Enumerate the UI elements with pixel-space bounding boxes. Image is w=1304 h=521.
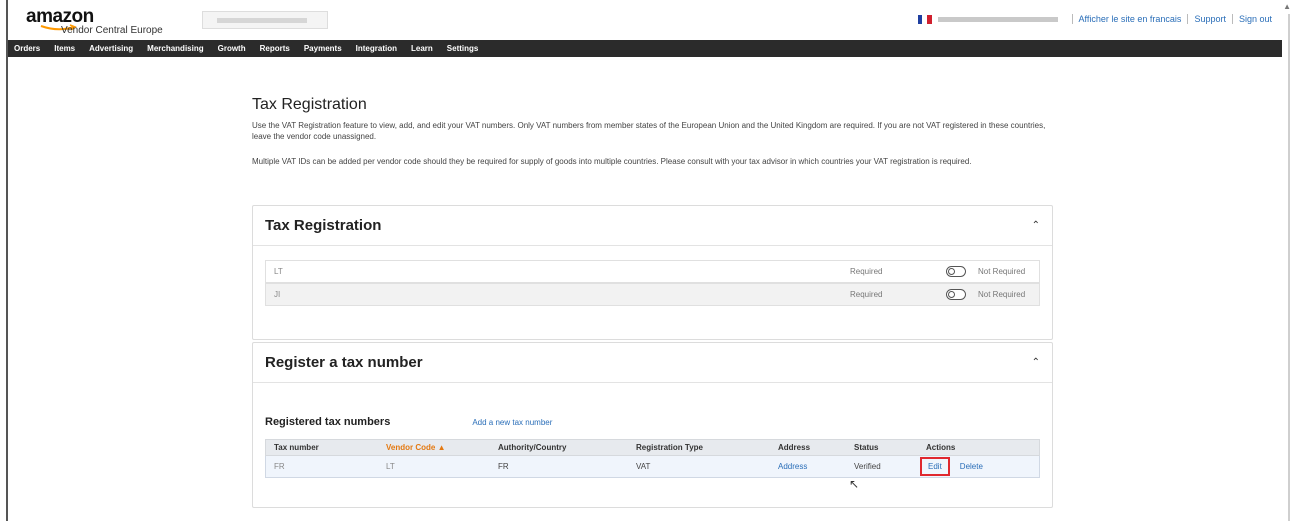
registered-tax-numbers-header: Registered tax numbers Add a new tax num… <box>265 416 552 428</box>
vendor-code-cell: LT <box>386 462 395 471</box>
col-address[interactable]: Address <box>778 443 854 452</box>
edit-button[interactable]: Edit <box>920 457 950 476</box>
col-registration-type[interactable]: Registration Type <box>636 443 778 452</box>
user-name-redacted[interactable] <box>937 16 1058 22</box>
address-link[interactable]: Address <box>778 462 854 471</box>
vendor-code: LT <box>274 267 283 276</box>
page-intro: Tax Registration Use the VAT Registratio… <box>252 96 1052 167</box>
table-row: FR LT FR VAT Address Verified Edit Delet… <box>265 456 1040 478</box>
register-tax-number-card: Register a tax number ⌃ Registered tax n… <box>252 342 1053 508</box>
sign-out-link[interactable]: Sign out <box>1239 14 1272 24</box>
actions-cell: Edit Delete <box>920 457 1039 476</box>
intro-paragraph-2: Multiple VAT IDs can be added per vendor… <box>252 157 972 166</box>
scroll-up-icon[interactable]: ▲ <box>1283 2 1291 11</box>
nav-integration[interactable]: Integration <box>356 44 397 53</box>
section-title: Registered tax numbers <box>265 416 391 428</box>
add-tax-number-link[interactable]: Add a new tax number <box>472 418 552 427</box>
col-status[interactable]: Status <box>854 443 926 452</box>
table-header: Tax number Vendor Code ▲ Authority/Count… <box>265 439 1040 456</box>
nav-orders[interactable]: Orders <box>14 44 40 53</box>
not-required-label: Not Required <box>978 290 1026 299</box>
tax-number-cell: FR <box>274 462 285 471</box>
required-label: Required <box>850 290 883 299</box>
nav-settings[interactable]: Settings <box>447 44 479 53</box>
account-name-redacted <box>217 18 307 23</box>
tax-registration-card: Tax Registration ⌃ LT Required Not Requi… <box>252 205 1053 340</box>
logo-subtitle: Vendor Central Europe <box>61 25 163 36</box>
nav-payments[interactable]: Payments <box>304 44 342 53</box>
nav-merchandising[interactable]: Merchandising <box>147 44 203 53</box>
not-required-label: Not Required <box>978 267 1026 276</box>
scrollbar-track[interactable] <box>1288 14 1290 521</box>
support-link[interactable]: Support <box>1194 14 1226 24</box>
col-authority-country[interactable]: Authority/Country <box>498 443 636 452</box>
card-header[interactable]: Tax Registration ⌃ <box>253 206 1052 246</box>
nav-growth[interactable]: Growth <box>218 44 246 53</box>
nav-learn[interactable]: Learn <box>411 44 433 53</box>
nav-items[interactable]: Items <box>54 44 75 53</box>
toggle-knob <box>948 268 955 275</box>
status-cell: Verified <box>854 462 881 471</box>
col-actions: Actions <box>926 443 956 452</box>
chevron-up-icon[interactable]: ⌃ <box>1032 357 1040 368</box>
chevron-up-icon[interactable]: ⌃ <box>1032 220 1040 231</box>
card-header[interactable]: Register a tax number ⌃ <box>253 343 1052 383</box>
card-title: Register a tax number <box>265 354 423 371</box>
divider <box>1187 14 1189 24</box>
divider <box>1231 14 1233 24</box>
page-title: Tax Registration <box>252 96 367 113</box>
required-toggle[interactable] <box>946 266 966 277</box>
nav-reports[interactable]: Reports <box>260 44 290 53</box>
window-left-edge <box>6 0 8 521</box>
vendor-code: JI <box>274 290 281 299</box>
authority-cell: FR <box>498 462 509 471</box>
toggle-knob <box>948 291 955 298</box>
amazon-logo[interactable]: amazon Vendor Central Europe <box>26 7 163 36</box>
top-header: amazon Vendor Central Europe Afficher le… <box>8 0 1282 40</box>
fr-flag-icon <box>917 14 932 24</box>
card-title: Tax Registration <box>265 217 382 234</box>
intro-paragraph-1: Use the VAT Registration feature to view… <box>252 121 1046 141</box>
col-vendor-code-sorted[interactable]: Vendor Code ▲ <box>386 443 498 452</box>
divider <box>1071 14 1073 24</box>
vendor-code-row: JI Required Not Required <box>265 283 1040 306</box>
required-toggle[interactable] <box>946 289 966 300</box>
required-label: Required <box>850 267 883 276</box>
delete-button[interactable]: Delete <box>960 462 983 471</box>
registration-type-cell: VAT <box>636 462 651 471</box>
account-switcher[interactable] <box>202 11 328 29</box>
tax-numbers-table: Tax number Vendor Code ▲ Authority/Count… <box>265 439 1040 478</box>
header-links: Afficher le site en francais Support Sig… <box>917 14 1272 24</box>
pointer-cursor-icon: ↖ <box>849 477 860 491</box>
nav-advertising[interactable]: Advertising <box>89 44 133 53</box>
french-site-link[interactable]: Afficher le site en francais <box>1079 14 1182 24</box>
vendor-code-row: LT Required Not Required <box>265 260 1040 283</box>
main-navigation: Orders Items Advertising Merchandising G… <box>8 40 1282 57</box>
col-tax-number[interactable]: Tax number <box>266 443 386 452</box>
